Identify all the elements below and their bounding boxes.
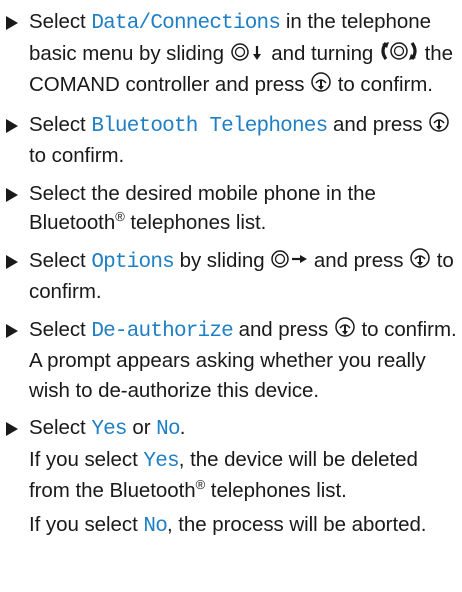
bullet-triangle-icon xyxy=(6,422,18,436)
step-text-run: If you select xyxy=(29,512,144,536)
controller-press-icon xyxy=(409,247,431,278)
step-text: Select Bluetooth Telephones and press to… xyxy=(29,110,462,171)
step-text: Select Options by sliding and press to c… xyxy=(29,246,462,307)
step-text-run: to confirm. xyxy=(332,73,433,96)
bullet-triangle-icon xyxy=(6,254,18,269)
bullet-triangle-icon xyxy=(6,187,18,202)
instruction-step: Select De-authorize and press to confirm… xyxy=(3,315,462,406)
display-menu-item: Bluetooth Telephones xyxy=(91,114,328,138)
controller-turn-icon xyxy=(379,40,419,71)
instruction-step: Select Bluetooth Telephones and press to… xyxy=(3,110,462,171)
bullet-triangle-icon xyxy=(6,118,18,133)
step-text: Select Yes or No. If you select Yes , the … xyxy=(29,413,462,541)
step-text-run: Select xyxy=(29,248,92,272)
controller-slide-right-icon xyxy=(270,248,308,278)
instruction-step: Select Options by sliding and press to c… xyxy=(3,246,462,307)
step-text-run: , the process will be aborted. xyxy=(167,512,427,536)
instruction-step: Select the desired mobile phone in the B… xyxy=(3,179,462,238)
bullet-triangle-icon xyxy=(6,323,18,338)
display-menu-item: Yes xyxy=(91,418,127,441)
display-menu-item: Data/Connections xyxy=(91,12,281,35)
controller-press-icon xyxy=(334,316,356,347)
controller-slide-down-icon xyxy=(230,41,266,71)
step-text-run: A prompt appears asking whether you real… xyxy=(29,349,426,402)
instruction-page: Select Data/Connections in the telephone… xyxy=(0,0,462,592)
step-text: Select the desired mobile phone in the B… xyxy=(29,179,462,238)
step-text-run: . xyxy=(179,416,186,439)
step-text-run: by sliding xyxy=(173,248,271,272)
step-text: Select Data/Connections in the telephone… xyxy=(29,7,462,102)
instruction-step: Select Data/Connections in the telephone… xyxy=(3,7,462,102)
step-text-run: and press xyxy=(232,317,334,341)
step-text-run: Select xyxy=(29,416,92,439)
step-text-run: or xyxy=(126,416,157,439)
display-menu-item: Options xyxy=(91,250,174,274)
controller-press-icon xyxy=(428,111,450,142)
display-menu-item: No xyxy=(156,418,180,441)
step-text-run: telephones list. xyxy=(205,479,347,502)
registered-mark: ® xyxy=(115,209,125,225)
controller-press-icon xyxy=(310,71,332,102)
display-menu-item: De-authorize xyxy=(91,319,233,343)
step-text-run: and press xyxy=(308,248,410,272)
step-text-run: to confirm. xyxy=(29,144,125,167)
instruction-step: Select Yes or No. If you select Yes , the … xyxy=(3,413,462,541)
step-text: Select De-authorize and press to confirm… xyxy=(29,315,462,406)
instruction-steps: Select Data/Connections in the telephone… xyxy=(3,7,462,541)
step-text-run: If you select xyxy=(29,447,144,471)
registered-mark: ® xyxy=(195,477,206,493)
display-menu-item: No xyxy=(143,514,167,538)
step-text-run: and press xyxy=(327,112,429,136)
step-text-run: and turning xyxy=(265,41,379,65)
step-text-run: telephones list. xyxy=(124,211,267,234)
display-menu-item: Yes xyxy=(143,449,179,473)
step-text-run: to confirm. xyxy=(355,317,457,341)
bullet-triangle-icon xyxy=(6,16,18,30)
step-text-run: Select xyxy=(29,10,92,33)
step-text-run: Select xyxy=(29,112,92,136)
step-text-run: Select xyxy=(29,317,92,341)
